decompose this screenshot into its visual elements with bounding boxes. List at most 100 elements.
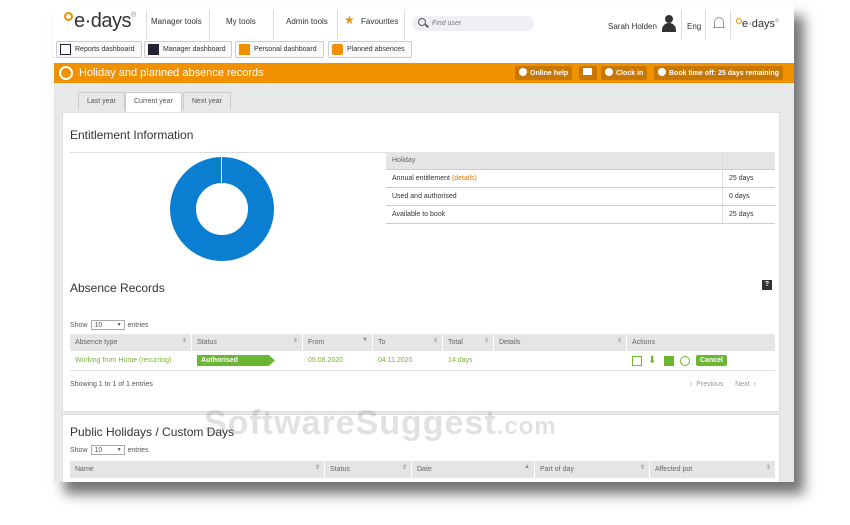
book-time-off-button[interactable]: Book time off: 25 days remaining: [654, 66, 784, 80]
star-icon[interactable]: ★: [344, 13, 355, 27]
status-badge: Authorised: [197, 355, 275, 366]
dashboard-bar: Reports dashboard Manager dashboard Pers…: [54, 41, 794, 59]
col-name[interactable]: Name ⇕: [70, 461, 325, 478]
top-nav: e·days® Manager tools My tools Admin too…: [54, 4, 794, 44]
row-value: 0 days: [722, 188, 750, 205]
tab-current-year[interactable]: Current year: [125, 92, 182, 112]
calendar-icon[interactable]: [632, 355, 642, 366]
col-affected-pot[interactable]: Affected pot ⇕: [650, 461, 775, 478]
details-link[interactable]: (details): [452, 175, 477, 182]
sort-icon: ⇕: [181, 338, 187, 344]
entitlement-donut-chart: [170, 157, 274, 261]
total-cell: 14 days: [448, 357, 473, 364]
col-status[interactable]: Status ⇕: [325, 461, 412, 478]
col-absence-type[interactable]: Absence type ⇕: [70, 334, 192, 351]
clock-in-button[interactable]: Clock in: [601, 66, 648, 80]
print-button[interactable]: [579, 66, 597, 80]
public-show-entries: Show10entries: [70, 445, 149, 455]
sort-icon: ⇕: [616, 338, 622, 344]
edays-small-logo: e·days®: [736, 18, 779, 30]
help-icon[interactable]: ?: [762, 280, 772, 290]
menu-my-tools[interactable]: My tools: [226, 17, 256, 26]
table-row: Used and authorised 0 days: [386, 188, 775, 206]
table-row: Annual entitlement (details) 25 days: [386, 170, 775, 188]
entitlement-table: Holiday Annual entitlement (details) 25 …: [386, 152, 775, 224]
list-icon: [148, 44, 159, 55]
pagination: ‹ Previous Next ›: [690, 381, 756, 388]
absence-records-title: Absence Records: [70, 281, 165, 295]
public-holidays-table: Name ⇕ Status ⇕ Date ▲ Part of day ⇕ Affecte…: [70, 461, 775, 478]
online-help-button[interactable]: Online help: [515, 66, 573, 80]
col-part-of-day[interactable]: Part of day ⇕: [535, 461, 650, 478]
bell-icon[interactable]: [713, 16, 725, 30]
col-date[interactable]: Date ▲: [412, 461, 535, 478]
sort-icon: ⇕: [314, 465, 320, 471]
sort-icon: ⇕: [639, 465, 645, 471]
user-name[interactable]: Sarah Holden: [608, 22, 657, 31]
col-to[interactable]: To ⇕: [373, 334, 443, 351]
menu-admin-tools[interactable]: Admin tools: [286, 17, 328, 26]
menu-favourites[interactable]: Favourites: [361, 17, 398, 26]
col-total[interactable]: Total ⇕: [443, 334, 494, 351]
col-status[interactable]: Status ⇕: [192, 334, 303, 351]
sort-icon: ⇕: [432, 338, 438, 344]
search-input[interactable]: [432, 17, 527, 29]
to-cell: 04.11.2020: [378, 357, 413, 364]
table-row: Working from Home (recurring) Authorised…: [70, 351, 775, 371]
help-icon: [519, 68, 527, 76]
next-button[interactable]: Next ›: [735, 381, 756, 388]
reports-dashboard-button[interactable]: Reports dashboard: [56, 41, 142, 58]
search-icon: [418, 18, 426, 26]
manager-dashboard-button[interactable]: Manager dashboard: [144, 41, 232, 58]
holiday-header: Holiday: [392, 157, 416, 164]
edays-logo[interactable]: e·days®: [64, 10, 136, 33]
table-row: Available to book 25 days: [386, 206, 775, 224]
user-avatar-icon[interactable]: [662, 15, 676, 32]
planned-absences-button[interactable]: Planned absences: [328, 41, 412, 58]
entitlement-title: Entitlement Information: [70, 128, 194, 142]
sort-asc-icon: ▲: [524, 464, 530, 470]
comment-icon[interactable]: [664, 355, 674, 366]
previous-button[interactable]: ‹ Previous: [690, 381, 723, 388]
entries-select[interactable]: 10: [90, 320, 125, 330]
entries-select[interactable]: 10: [90, 445, 125, 455]
sort-icon: ⇕: [483, 338, 489, 344]
find-user-search[interactable]: [412, 16, 534, 31]
actions-cell: ⬇ Cancel: [627, 351, 775, 370]
sun-icon: [332, 44, 343, 55]
row-label: Used and authorised: [392, 193, 457, 200]
details-cell: [494, 351, 627, 370]
absence-records-table: Absence type ⇕ Status ⇕ From ▼ To ⇕ Total ⇕ D…: [70, 334, 775, 371]
absence-showing-info: Showing 1 to 1 of 1 entries: [70, 381, 153, 388]
clock-icon: [605, 68, 613, 76]
menu-manager-tools[interactable]: Manager tools: [151, 17, 202, 26]
sun-icon: [658, 68, 666, 76]
col-from[interactable]: From ▼: [303, 334, 373, 351]
absence-show-entries: Show10entries: [70, 320, 149, 330]
info-icon[interactable]: [680, 355, 690, 366]
sort-icon: ⇕: [292, 338, 298, 344]
row-value: 25 days: [722, 170, 754, 187]
row-label: Available to book: [392, 211, 446, 218]
app-window: e·days® Manager tools My tools Admin too…: [54, 4, 794, 482]
personal-dashboard-button[interactable]: Personal dashboard: [235, 41, 324, 58]
cancel-button[interactable]: Cancel: [696, 355, 727, 366]
tab-last-year[interactable]: Last year: [78, 92, 125, 110]
row-label: Annual entitlement: [392, 175, 450, 182]
table-header-row: Name ⇕ Status ⇕ Date ▲ Part of day ⇕ Affecte…: [70, 461, 775, 478]
page-header: Holiday and planned absence records Onli…: [54, 63, 794, 83]
from-cell: 05.08.2020: [308, 357, 344, 364]
page-title: Holiday and planned absence records: [79, 67, 264, 79]
row-value: 25 days: [722, 206, 754, 223]
col-details[interactable]: Details ⇕: [494, 334, 627, 351]
language-selector[interactable]: Eng: [687, 22, 701, 31]
absence-type-cell[interactable]: Working from Home (recurring): [70, 351, 192, 370]
sort-desc-icon: ▼: [362, 337, 368, 343]
table-header-row: Absence type ⇕ Status ⇕ From ▼ To ⇕ Total ⇕ D…: [70, 334, 775, 351]
download-icon[interactable]: ⬇: [648, 355, 658, 366]
sort-icon: ⇕: [401, 465, 407, 471]
watermark: SoftwareSuggest.com: [204, 404, 557, 442]
bar-chart-icon: [60, 44, 71, 55]
tab-next-year[interactable]: Next year: [183, 92, 231, 110]
person-icon: [239, 44, 250, 55]
